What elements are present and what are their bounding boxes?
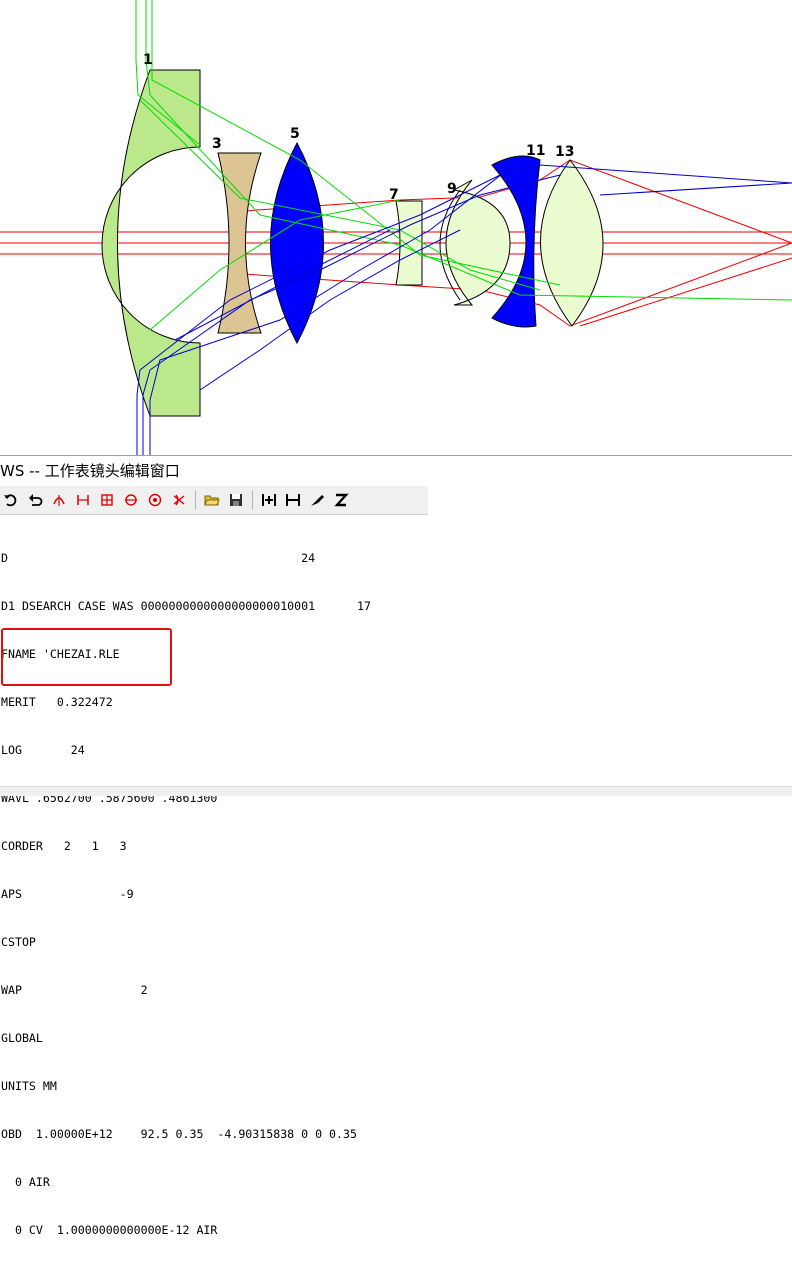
blue-ray-6 (599, 182, 792, 196)
stop-icon[interactable] (144, 489, 166, 511)
add-element-icon[interactable] (258, 489, 280, 511)
save-icon[interactable] (225, 489, 247, 511)
lens-element-5 (270, 141, 324, 345)
listing-line: GLOBAL (1, 1031, 43, 1045)
listing-line: UNITS MM (1, 1079, 57, 1093)
editor-toolbar (0, 486, 428, 515)
zoom-icon[interactable] (330, 489, 352, 511)
lens-label-11: 11 (526, 143, 545, 159)
listing-line: 0 AIR (1, 1175, 50, 1189)
delete-surface-icon[interactable] (168, 489, 190, 511)
element-span-icon[interactable] (282, 489, 304, 511)
red-ray-field (579, 257, 792, 327)
lens-label-7: 7 (389, 187, 399, 203)
lens-label-5: 5 (290, 126, 300, 142)
lens-layout-drawing: 1 3 5 7 9 11 13 (0, 0, 792, 455)
listing-line: LOG 24 (1, 743, 85, 757)
aperture-icon[interactable] (96, 489, 118, 511)
lens-layout-canvas: 1 3 5 7 9 11 13 (0, 0, 792, 455)
open-file-icon[interactable] (201, 489, 223, 511)
listing-line: CORDER 2 1 3 (1, 839, 127, 853)
lens-label-1: 1 (143, 52, 153, 68)
listing-line: MERIT 0.322472 (1, 695, 113, 709)
listing-line: OBD 1.00000E+12 92.5 0.35 -4.90315838 0 … (1, 1127, 357, 1141)
undo-all-icon[interactable] (0, 489, 22, 511)
lens-label-9: 9 (447, 181, 457, 197)
toolbar-separator (252, 490, 253, 510)
listing-line: CSTOP (1, 935, 36, 949)
listing-line: WAP 2 (1, 983, 148, 997)
highlight-annotation-box (1, 628, 172, 686)
lens-element-7 (395, 200, 423, 286)
listing-line: APS -9 (1, 887, 134, 901)
lens-element-13 (540, 159, 604, 327)
pick-icon[interactable] (306, 489, 328, 511)
insert-surface-icon[interactable] (48, 489, 70, 511)
worksheet-lens-editor-window: WS -- 工作表镜头编辑窗口 D 24 D1 DSEARCH CASE WAS… (0, 456, 792, 1237)
thickness-icon[interactable] (72, 489, 94, 511)
listing-line: D 24 (1, 551, 316, 565)
editor-window-title: WS -- 工作表镜头编辑窗口 (0, 462, 180, 480)
lens-element-9 (445, 179, 511, 306)
lens-label-3: 3 (212, 136, 222, 152)
toolbar-separator (195, 490, 196, 510)
undo-icon[interactable] (24, 489, 46, 511)
curvature-icon[interactable] (120, 489, 142, 511)
red-ray-bundle (0, 159, 792, 327)
lens-label-13: 13 (555, 144, 574, 160)
listing-line: 0 CV 1.0000000000000E-12 AIR (1, 1223, 218, 1237)
listing-line: D1 DSEARCH CASE WAS 00000000000000000000… (1, 599, 371, 613)
